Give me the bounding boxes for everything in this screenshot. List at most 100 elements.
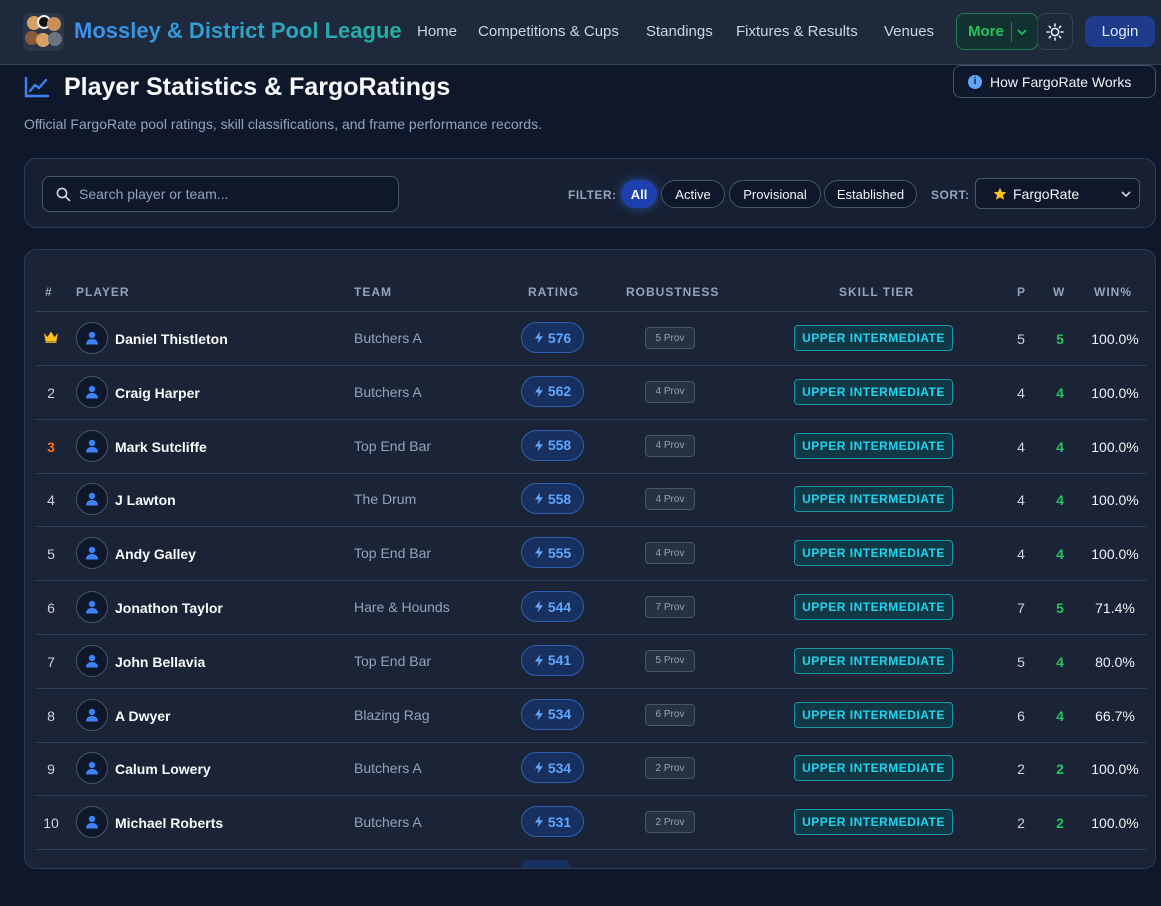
nav-home[interactable]: Home <box>417 23 457 40</box>
avatar[interactable] <box>76 537 108 570</box>
team-name: Butchers A <box>354 814 422 831</box>
team-name: Hare & Hounds <box>354 599 450 615</box>
played-count: 4 <box>1017 546 1025 563</box>
sort-value: FargoRate <box>1013 185 1080 202</box>
col-rank[interactable]: # <box>45 285 53 299</box>
pool-balls-logo-icon[interactable] <box>23 13 64 51</box>
search-box[interactable] <box>42 176 399 212</box>
skill-tier-badge: UPPER INTERMEDIATE <box>794 378 953 405</box>
player-name[interactable]: Calum Lowery <box>115 761 211 777</box>
login-button[interactable]: Login <box>1085 16 1155 47</box>
avatar[interactable] <box>76 375 108 408</box>
user-icon <box>86 546 98 560</box>
crown-icon <box>35 330 67 346</box>
rating-value: 558 <box>547 437 572 454</box>
col-win-pct[interactable]: WIN% <box>1094 285 1132 299</box>
table-row[interactable]: 7 John Bellavia Top End Bar 541 5 Prov UPPER … <box>35 635 1147 689</box>
table-row[interactable]: 2 Craig Harper Butchers A 562 4 Prov UPPER IN… <box>35 366 1147 420</box>
lightning-icon <box>534 492 543 505</box>
filter-provisional-button[interactable]: Provisional <box>729 180 821 208</box>
more-menu-button[interactable]: More <box>956 13 1038 50</box>
filter-bar: FILTER: All Active Provisional Establish… <box>24 158 1156 228</box>
avatar[interactable] <box>76 322 108 354</box>
lightning-icon <box>534 385 543 398</box>
avatar[interactable] <box>76 806 108 839</box>
star-icon <box>993 187 1007 200</box>
nav-standings[interactable]: Standings <box>646 23 713 40</box>
table-row[interactable]: 9 Calum Lowery Butchers A 534 2 Prov UPPER IN… <box>35 742 1147 797</box>
rating-badge: 555 <box>521 537 584 569</box>
filter-established-button[interactable]: Established <box>824 180 917 208</box>
nav-fixtures[interactable]: Fixtures & Results <box>736 23 858 40</box>
won-count: 4 <box>1056 653 1064 670</box>
col-played[interactable]: P <box>1017 285 1026 299</box>
user-icon <box>86 815 98 829</box>
rating-value: 558 <box>547 490 572 507</box>
avatar[interactable] <box>76 644 108 677</box>
table-row[interactable]: 5 Andy Galley Top End Bar 555 4 Prov UPPER IN… <box>35 527 1147 582</box>
user-icon <box>86 439 98 453</box>
table-row[interactable]: 4 J Lawton The Drum 558 4 Prov UPPER INTERMED… <box>35 473 1147 528</box>
sort-select[interactable]: FargoRate <box>975 178 1140 209</box>
search-input[interactable] <box>79 177 389 211</box>
chevron-down-icon <box>1121 191 1131 198</box>
avatar[interactable] <box>76 698 108 731</box>
player-name[interactable]: J Lawton <box>115 492 176 508</box>
played-count: 5 <box>1017 331 1025 347</box>
player-name[interactable]: Andy Galley <box>115 546 196 562</box>
rank-number: 2 <box>47 384 55 401</box>
user-icon <box>86 385 98 399</box>
skill-tier-badge: UPPER INTERMEDIATE <box>794 647 953 674</box>
theme-toggle-button[interactable] <box>1037 13 1073 50</box>
won-count: 4 <box>1056 707 1064 724</box>
team-name: The Drum <box>354 491 417 508</box>
brand-title[interactable]: Mossley & District Pool League <box>74 18 402 44</box>
search-icon <box>56 187 71 202</box>
player-name[interactable]: Mark Sutcliffe <box>115 439 207 455</box>
avatar[interactable] <box>76 483 108 516</box>
win-percentage: 100.0% <box>1091 815 1139 832</box>
col-robustness[interactable]: ROBUSTNESS <box>626 285 719 299</box>
nav-competitions[interactable]: Competitions & Cups <box>478 23 619 40</box>
played-count: 2 <box>1017 815 1025 832</box>
rating-value: 576 <box>547 329 572 346</box>
filter-all-button[interactable]: All <box>621 180 657 208</box>
rank-number: 5 <box>47 546 55 563</box>
rating-badge: 558 <box>521 483 584 515</box>
player-name[interactable]: A Dwyer <box>115 708 171 724</box>
table-row[interactable]: 6 Jonathon Taylor Hare & Hounds 544 7 Prov UP… <box>35 581 1147 635</box>
avatar[interactable] <box>76 591 108 623</box>
win-percentage: 66.7% <box>1095 707 1135 724</box>
user-icon <box>86 708 98 722</box>
filter-label: FILTER: <box>568 188 617 202</box>
nav-venues[interactable]: Venues <box>884 23 934 40</box>
table-row[interactable]: 10 Michael Roberts Butchers A 531 2 Prov UPPE… <box>35 796 1147 851</box>
robustness-badge: 2 Prov <box>645 811 695 834</box>
col-player[interactable]: PLAYER <box>76 285 130 299</box>
player-name[interactable]: Daniel Thistleton <box>115 331 228 347</box>
player-name[interactable]: Craig Harper <box>115 385 200 401</box>
table-row[interactable]: 8 A Dwyer Blazing Rag 534 6 Prov UPPER INTERM… <box>35 689 1147 743</box>
player-name[interactable]: Michael Roberts <box>115 815 223 831</box>
avatar[interactable] <box>76 429 108 462</box>
won-count: 2 <box>1056 815 1064 832</box>
filter-active-button[interactable]: Active <box>661 180 725 208</box>
won-count: 5 <box>1056 600 1064 616</box>
table-row[interactable]: Daniel Thistleton Butchers A 576 5 Prov UPPE… <box>35 312 1147 366</box>
col-rating[interactable]: RATING <box>528 285 579 299</box>
lightning-icon <box>534 761 543 774</box>
player-name[interactable]: John Bellavia <box>115 654 205 670</box>
how-fargorate-works-button[interactable]: i How FargoRate Works <box>953 65 1156 98</box>
lightning-icon <box>534 708 543 721</box>
rating-badge: 531 <box>521 806 584 838</box>
table-row[interactable]: 3 Mark Sutcliffe Top End Bar 558 4 Prov UPPER… <box>35 420 1147 474</box>
col-skill-tier[interactable]: SKILL TIER <box>839 285 914 299</box>
col-won[interactable]: W <box>1053 285 1065 299</box>
robustness-badge: 2 Prov <box>645 757 695 780</box>
team-name: Butchers A <box>354 330 422 346</box>
avatar[interactable] <box>76 752 108 785</box>
divider <box>1011 22 1012 42</box>
col-team[interactable]: TEAM <box>354 285 392 299</box>
won-count: 2 <box>1056 761 1064 778</box>
player-name[interactable]: Jonathon Taylor <box>115 600 223 616</box>
